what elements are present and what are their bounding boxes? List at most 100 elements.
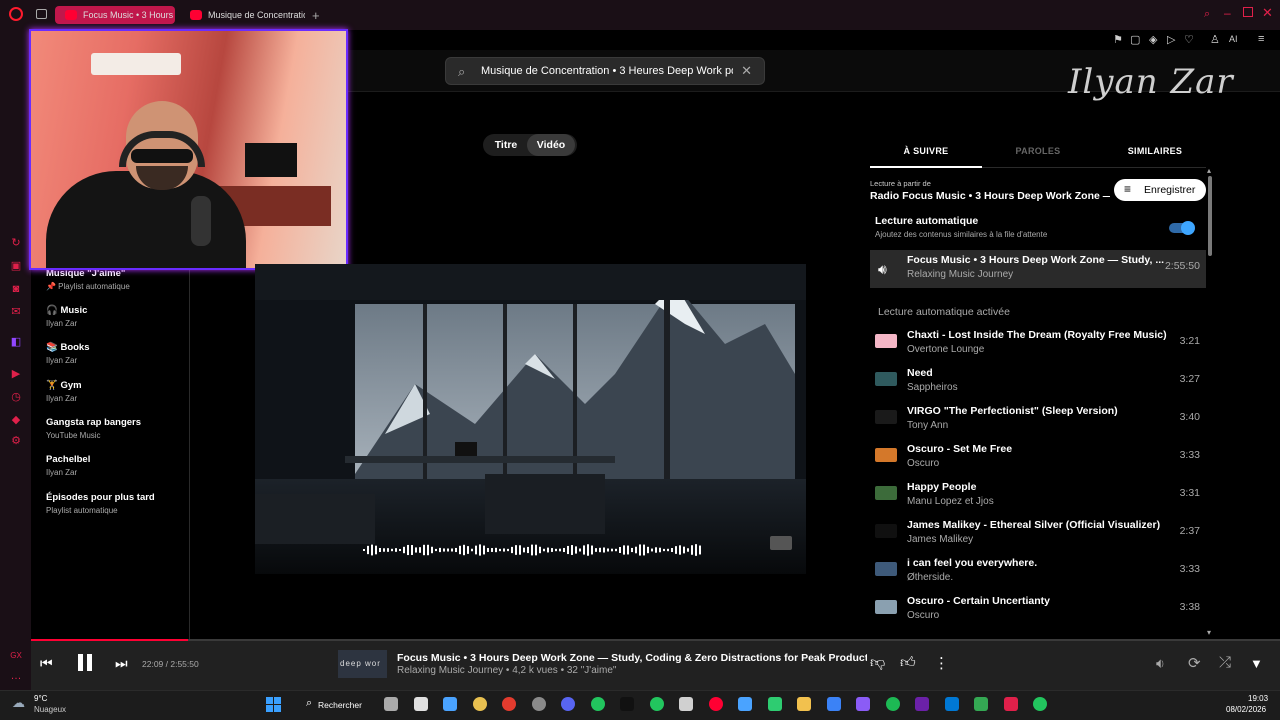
account-icon[interactable]: ♙ [1210, 33, 1220, 46]
video-player[interactable] [255, 264, 806, 574]
opera-gx-icon[interactable] [502, 697, 516, 711]
clock-date[interactable]: 08/02/2026 [1226, 705, 1266, 714]
spotify-icon[interactable] [885, 697, 900, 711]
queue-item[interactable]: Oscuro - Certain Uncertianty Oscuro 3:38 [870, 591, 1206, 629]
queue-item[interactable]: Need Sappheiros 3:27 [870, 363, 1206, 401]
now-playing-title[interactable]: Focus Music • 3 Hours Deep Work Zone — S… [397, 652, 867, 664]
search-input[interactable]: ⌕ Musique de Concentration • 3 Heures De… [445, 57, 765, 85]
queue-item[interactable]: Chaxti - Lost Inside The Dream (Royalty … [870, 325, 1206, 363]
playlist-item[interactable]: 📚 Books Ilyan Zar [46, 342, 186, 365]
next-icon[interactable]: ⏭︎ [115, 655, 128, 672]
workspace-icon[interactable] [36, 9, 47, 19]
obs-icon[interactable] [856, 697, 870, 711]
like-icon[interactable]: 👍︎ [900, 654, 916, 672]
clock-time[interactable]: 19:03 [1248, 694, 1268, 703]
heart-icon[interactable]: ♡ [1184, 33, 1194, 46]
autoplay-toggle[interactable] [1169, 221, 1195, 235]
queue-item[interactable]: James Malikey - Ethereal Silver (Officia… [870, 515, 1206, 553]
outlook-icon[interactable] [826, 697, 841, 711]
snapshot-icon[interactable]: ▢ [1130, 33, 1140, 46]
messenger-icon[interactable]: ◙ [10, 283, 22, 295]
progress-bar[interactable] [31, 639, 1280, 641]
windows-start-icon[interactable] [266, 697, 281, 712]
excel-icon[interactable] [767, 697, 782, 711]
bookmark-icon[interactable]: ⚑ [1113, 33, 1123, 46]
playing-from-title[interactable]: Radio Focus Music • 3 Hours Deep Work Zo… [870, 190, 1110, 202]
twitch-icon[interactable]: ◧ [10, 336, 22, 348]
playlist-item[interactable]: Pachelbel Ilyan Zar [46, 454, 186, 477]
more-options-icon[interactable]: ⋮ [934, 654, 949, 672]
pinboard-icon[interactable]: ◆ [10, 414, 22, 426]
title-toggle-button[interactable]: Titre [487, 134, 525, 156]
pause-icon[interactable] [76, 651, 94, 673]
dislike-icon[interactable]: 👎︎ [870, 654, 885, 672]
expand-player-icon[interactable]: ▼ [1250, 656, 1263, 671]
file-explorer-icon[interactable] [797, 697, 811, 711]
search-tabs-icon[interactable]: ⌕ [1204, 8, 1210, 21]
tab-up-next[interactable]: À SUIVRE [870, 146, 982, 156]
tab-lyrics[interactable]: PAROLES [982, 146, 1094, 156]
chatgpt-icon[interactable] [679, 697, 693, 711]
youtube-icon[interactable] [708, 697, 723, 711]
app-icon[interactable] [915, 697, 929, 711]
history-icon[interactable]: ↻ [10, 237, 22, 249]
previous-icon[interactable]: ⏮︎ [40, 655, 53, 672]
scroll-down-icon[interactable]: ▾ [1207, 628, 1211, 637]
settings-icon[interactable] [443, 697, 457, 711]
save-button[interactable]: ≡ Enregistrer [1114, 179, 1206, 201]
clock-icon[interactable]: ◷ [10, 391, 22, 403]
photos-icon[interactable] [974, 697, 988, 711]
weather-icon[interactable]: ☁ [12, 695, 25, 711]
taskbar-search[interactable]: ⌕ Rechercher [300, 696, 370, 713]
maximize-icon[interactable] [1243, 7, 1253, 17]
opera-logo-icon[interactable] [9, 7, 23, 21]
playlist-item[interactable]: 🎧 Music Ilyan Zar [46, 305, 186, 328]
player-icon[interactable]: ▶ [10, 368, 22, 380]
song-video-toggle[interactable]: Titre Vidéo [483, 134, 577, 156]
queue-item[interactable]: Happy People Manu Lopez et Jjos 3:31 [870, 477, 1206, 515]
grammarly-icon[interactable] [649, 697, 664, 711]
now-playing-row[interactable]: 🔊︎ Focus Music • 3 Hours Deep Work Zone … [870, 250, 1206, 288]
video-toggle-button[interactable]: Vidéo [527, 134, 575, 156]
shuffle-icon[interactable]: ⤮ [1219, 654, 1231, 671]
steam-icon[interactable] [531, 697, 546, 711]
tiktok-icon[interactable] [620, 697, 634, 711]
snipping-tool-icon[interactable] [413, 697, 428, 711]
queue-scrollbar[interactable] [1208, 176, 1212, 256]
gx-icon[interactable]: GX [10, 650, 22, 662]
mail-icon[interactable]: ✉ [10, 306, 22, 318]
playlist-item[interactable]: 🏋 Gym Ilyan Zar [46, 380, 186, 403]
more-icon[interactable]: … [10, 670, 22, 682]
photo-editor-icon[interactable] [1003, 697, 1018, 711]
wallet-icon[interactable]: ▣ [10, 260, 22, 272]
close-window-icon[interactable]: ✕ [1262, 5, 1273, 21]
playlist-item[interactable]: Épisodes pour plus tard Playlist automat… [46, 492, 186, 515]
minimize-icon[interactable]: – [1224, 6, 1231, 20]
playlist-item[interactable]: Gangsta rap bangers YouTube Music [46, 417, 186, 440]
menu-icon[interactable]: ≡ [1258, 33, 1264, 45]
weather-desc[interactable]: Nuageux [34, 705, 66, 714]
queue-item[interactable]: i can feel you everywhere. Øtherside. 3:33 [870, 553, 1206, 591]
tab-related[interactable]: SIMILAIRES [1099, 146, 1211, 156]
chrome-icon[interactable] [472, 697, 487, 711]
queue-item[interactable]: VIRGO "The Perfectionist" (Sleep Version… [870, 401, 1206, 439]
discord-icon[interactable] [561, 697, 575, 711]
repeat-icon[interactable]: ⟳ [1188, 654, 1201, 672]
tab-focus-music[interactable]: Focus Music • 3 Hours [55, 6, 175, 24]
whatsapp-icon[interactable] [590, 697, 605, 711]
queue-item[interactable]: Oscuro - Set Me Free Oscuro 3:33 [870, 439, 1206, 477]
search-value[interactable]: Musique de Concentration • 3 Heures Deep… [481, 65, 733, 77]
weather-temp[interactable]: 9°C [34, 694, 47, 703]
now-playing-thumbnail[interactable]: deep wor [338, 650, 387, 678]
xbox-icon[interactable] [1033, 697, 1047, 711]
volume-icon[interactable]: 🔉︎ [1156, 655, 1165, 672]
play-icon[interactable]: ▷ [1167, 33, 1175, 46]
settings-icon[interactable]: ⚙ [10, 435, 22, 447]
new-tab-icon[interactable]: + [312, 8, 320, 23]
scroll-up-icon[interactable]: ▴ [1207, 166, 1211, 175]
vpn-icon[interactable]: ◈ [1149, 33, 1157, 46]
task-view-icon[interactable] [384, 697, 398, 711]
teams-icon[interactable] [944, 697, 959, 711]
playlist-item[interactable]: Musique "J'aime" 📌 Playlist automatique [46, 268, 186, 291]
ai-icon[interactable]: AI [1229, 34, 1238, 44]
